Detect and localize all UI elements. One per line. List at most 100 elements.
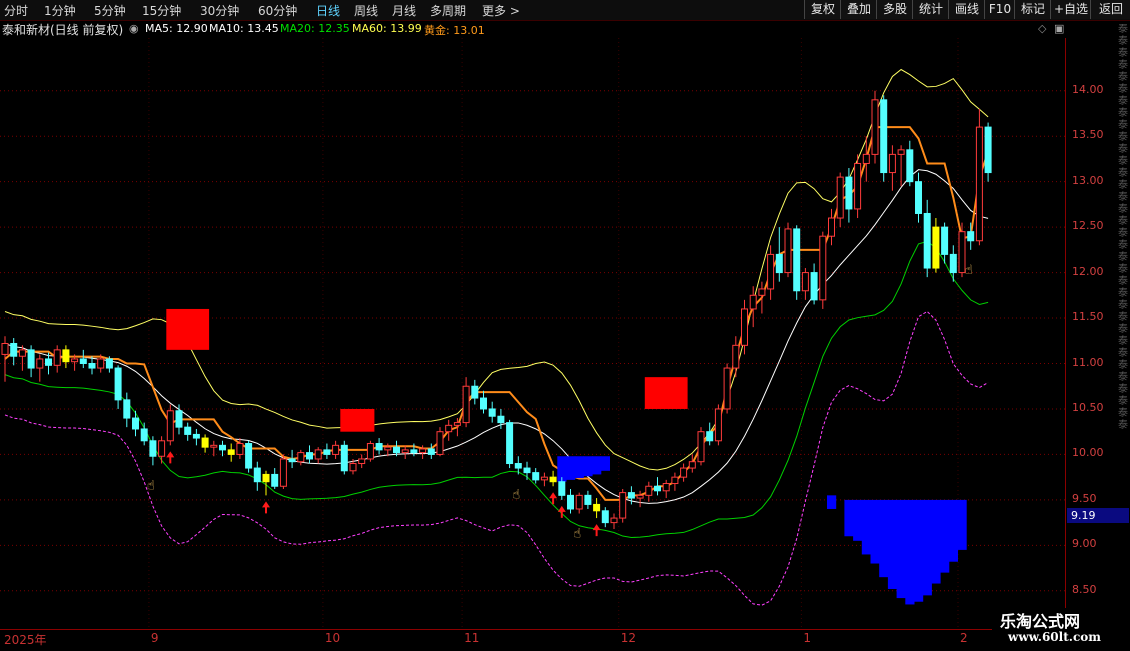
- tab-fenshi[interactable]: 分时: [4, 2, 28, 19]
- candle-body: [793, 228, 801, 292]
- candle-body: [166, 410, 174, 442]
- blue-signal-block: [905, 499, 915, 605]
- hand-pointer-icon: ☝: [512, 487, 520, 502]
- candle-body: [932, 226, 940, 269]
- candle-body: [714, 408, 722, 442]
- candle-body: [27, 349, 35, 369]
- candle-body: [184, 426, 192, 435]
- blue-signal-block: [879, 499, 889, 578]
- overlay-button[interactable]: 叠加: [840, 0, 877, 19]
- watermark: 乐淘公式网 www.60lt.com: [992, 608, 1128, 648]
- candle-body: [975, 126, 983, 242]
- candle-body: [445, 424, 453, 433]
- candle-body: [210, 444, 218, 448]
- diamond-icon[interactable]: ◇: [1038, 22, 1046, 35]
- price-tick-label: 9.50: [1072, 491, 1097, 505]
- upper-band-line: [4, 68, 989, 471]
- candle-body: [62, 349, 70, 363]
- candle-body: [45, 358, 52, 366]
- tab-30min[interactable]: 30分钟: [200, 2, 239, 19]
- candle-body: [723, 367, 731, 410]
- add-watchlist-button[interactable]: +自选: [1050, 0, 1091, 19]
- buy-arrow-icon: [262, 501, 270, 514]
- candle-body: [888, 153, 896, 174]
- price-tick-label: 8.50: [1072, 582, 1097, 596]
- candle-body: [53, 349, 61, 366]
- candle-body: [1, 343, 9, 355]
- candle-body: [523, 467, 531, 474]
- date-label: 1: [803, 631, 812, 645]
- candle-body: [497, 415, 505, 424]
- candle-body: [984, 126, 992, 174]
- candle-body: [219, 444, 226, 451]
- candle-body: [279, 458, 287, 487]
- candle-body: [636, 494, 644, 499]
- candle-body: [71, 358, 79, 363]
- hand-pointer-icon: ☝: [147, 478, 155, 493]
- blue-signal-block: [957, 499, 967, 550]
- statistics-button[interactable]: 统计: [912, 0, 949, 19]
- candle-body: [610, 517, 618, 524]
- multi-stock-button[interactable]: 多股: [876, 0, 913, 19]
- candle-body: [784, 228, 792, 274]
- blue-signal-block: [896, 499, 906, 599]
- candle-body: [514, 463, 522, 469]
- blue-signal-block: [574, 456, 584, 479]
- candle-body: [323, 449, 331, 455]
- indicator-info-bar: 泰和新材(日线 前复权) ◉ MA5: 12.90 MA10: 13.45 MA…: [0, 20, 1130, 38]
- candle-body: [236, 443, 244, 455]
- gold-label: 黄金: 13.01: [424, 24, 485, 37]
- hand-pointer-icon: ☝: [965, 263, 973, 278]
- kline-chart[interactable]: ☝ ☝ ☝ ☝: [0, 38, 1065, 629]
- candle-body: [427, 448, 435, 455]
- watermark-title: 乐淘公式网: [1000, 612, 1081, 631]
- candle-body: [314, 449, 322, 460]
- blue-signal-block: [566, 456, 576, 480]
- candle-body: [10, 343, 18, 357]
- candle-body: [436, 431, 444, 455]
- candle-body: [140, 428, 148, 442]
- candle-body: [828, 217, 835, 237]
- f10-button[interactable]: F10: [984, 0, 1015, 19]
- tab-more[interactable]: 更多 >: [482, 2, 520, 19]
- blue-signal-block: [861, 499, 871, 555]
- candle-body: [584, 494, 592, 505]
- candle-body: [149, 440, 157, 457]
- buy-arrow-icon: [592, 524, 601, 537]
- candle-body: [245, 443, 253, 469]
- candle-body: [662, 483, 670, 492]
- tab-monthly[interactable]: 月线: [392, 2, 416, 19]
- tab-weekly[interactable]: 周线: [354, 2, 378, 19]
- candle-body: [801, 272, 809, 292]
- candle-body: [862, 153, 870, 164]
- back-button[interactable]: 返回: [1090, 0, 1130, 19]
- candle-body: [201, 437, 209, 448]
- tab-multi-period[interactable]: 多周期: [430, 2, 466, 19]
- tab-15min[interactable]: 15分钟: [142, 2, 181, 19]
- tab-daily[interactable]: 日线: [316, 2, 340, 19]
- tab-1min[interactable]: 1分钟: [44, 2, 76, 19]
- blue-signal-block: [887, 499, 898, 589]
- candle-body: [471, 385, 479, 399]
- candle-body: [123, 399, 131, 419]
- window-icon[interactable]: ▣: [1054, 22, 1064, 35]
- tab-5min[interactable]: 5分钟: [94, 2, 126, 19]
- candle-body: [462, 385, 470, 424]
- date-label: 10: [324, 631, 341, 645]
- candle-body: [732, 344, 740, 369]
- candle-body: [819, 235, 827, 301]
- candle-body: [897, 149, 905, 155]
- restore-rights-button[interactable]: 复权: [804, 0, 841, 19]
- blue-signal-block: [853, 499, 863, 541]
- candle-body: [671, 476, 679, 485]
- draw-line-button[interactable]: 画线: [948, 0, 985, 19]
- candle-body: [88, 363, 96, 369]
- candle-body: [480, 397, 487, 410]
- candle-body: [227, 449, 235, 455]
- side-strip-text: 泰泰泰泰泰泰泰泰泰泰泰泰泰泰泰泰泰泰泰泰泰泰泰泰泰泰泰泰泰泰泰泰泰泰: [1118, 24, 1128, 431]
- date-label: 2025年: [4, 633, 47, 647]
- dropdown-icon[interactable]: ◉: [129, 22, 139, 35]
- blue-signal-block: [827, 495, 837, 509]
- mark-button[interactable]: 标记: [1014, 0, 1051, 19]
- tab-60min[interactable]: 60分钟: [258, 2, 297, 19]
